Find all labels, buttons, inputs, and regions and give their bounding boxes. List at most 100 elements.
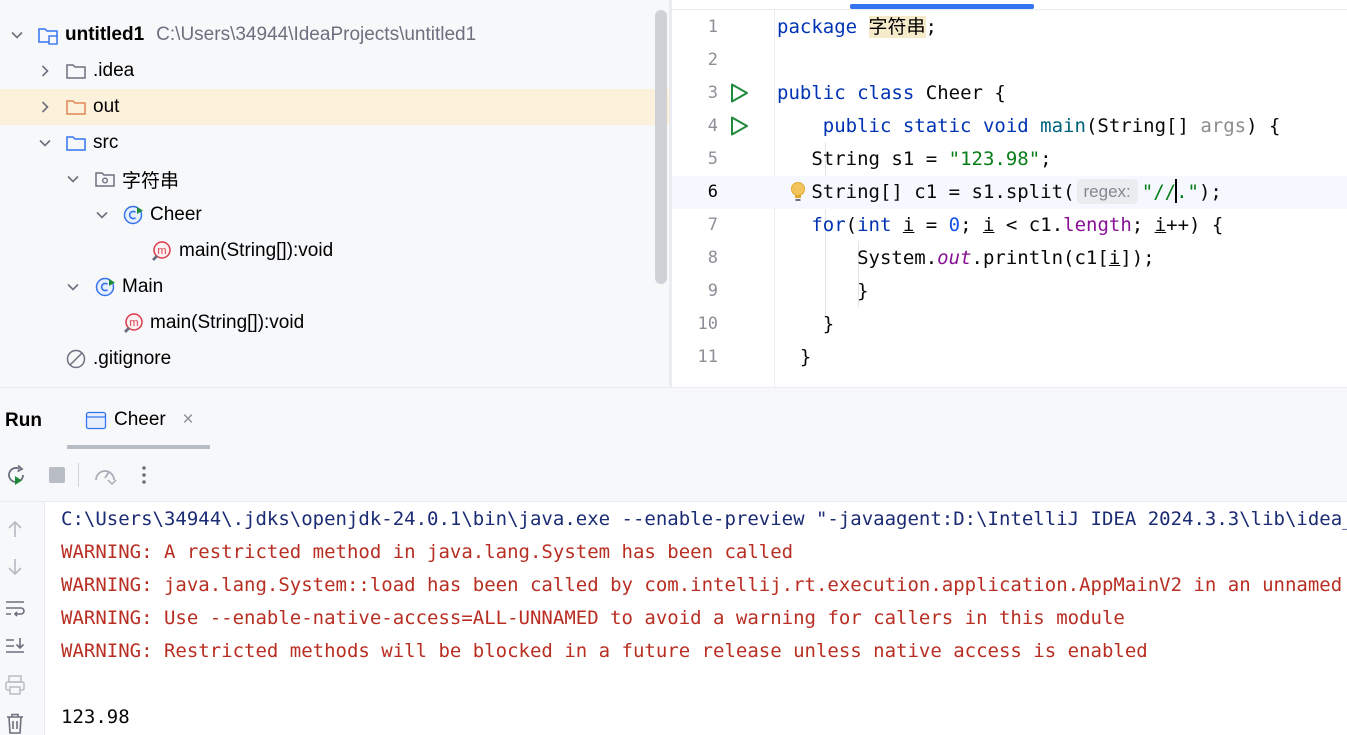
line-number: 9	[707, 281, 718, 301]
method-call: println	[982, 247, 1064, 269]
arrow-down-icon[interactable]	[4, 556, 26, 578]
keyword: public	[822, 115, 892, 137]
more-options-icon[interactable]	[132, 463, 156, 487]
tree-row-root[interactable]: untitled1 C:\Users\34944\IdeaProjects\unt…	[0, 17, 669, 53]
run-class-icon[interactable]	[728, 82, 750, 104]
arrow-up-icon[interactable]	[4, 518, 26, 540]
code-line: 7 for(int i = 0; i < c1.length; i++) {	[672, 209, 1347, 242]
tree-item-label: 字符串	[122, 170, 180, 192]
code-line-current: 6 String[] c1 = s1.split(regex: "//.");	[672, 176, 1347, 209]
soft-wrap-icon[interactable]	[4, 597, 26, 619]
code-line: 5 String s1 = "123.98";	[672, 143, 1347, 176]
profiler-icon[interactable]	[93, 463, 117, 487]
string-literal: "123.98"	[948, 148, 1041, 170]
chevron-down-icon[interactable]	[65, 279, 81, 295]
method-icon: m	[122, 312, 144, 334]
keyword: static	[902, 115, 972, 137]
tree-row-idea[interactable]: .idea	[0, 53, 669, 89]
tree-row-src[interactable]: src	[0, 125, 669, 161]
line-number: 3	[707, 83, 718, 103]
tree-row-main[interactable]: Main	[0, 269, 669, 305]
tree-item-label: .gitignore	[93, 348, 172, 369]
tree-row-cheer[interactable]: Cheer	[0, 197, 669, 233]
run-title: Run	[5, 410, 42, 431]
parameter: args	[1200, 115, 1247, 137]
tree-item-label: Main	[122, 276, 164, 297]
class-name: Cheer	[925, 82, 983, 104]
variable: c1	[1028, 214, 1052, 236]
tree-row-package[interactable]: 字符串	[0, 161, 669, 197]
method-name: main	[1040, 115, 1086, 137]
code-line: 10 }	[672, 308, 1347, 341]
tree-item-label: src	[93, 132, 119, 153]
line-number: 11	[697, 347, 718, 367]
tree-row-gitignore[interactable]: .gitignore	[0, 341, 669, 377]
excluded-folder-icon	[65, 96, 87, 118]
string-literal: "//	[1141, 181, 1177, 203]
scroll-to-end-icon[interactable]	[4, 635, 26, 657]
editor-active-tab-indicator	[850, 4, 1034, 9]
stop-icon[interactable]	[45, 463, 69, 487]
keyword: package	[777, 16, 858, 38]
variable: c1	[914, 181, 938, 203]
parameter-hint: regex:	[1076, 179, 1138, 204]
code-line: 9 }	[672, 275, 1347, 308]
tree-row-cheer-main[interactable]: m main(String[]):void	[0, 233, 669, 269]
run-tab-cheer[interactable]: Cheer ×	[67, 396, 210, 449]
package-icon	[94, 168, 116, 190]
class-name: System	[857, 247, 926, 269]
type: String[]	[811, 181, 903, 203]
chevron-down-icon[interactable]	[9, 27, 25, 43]
keyword: class	[857, 82, 915, 104]
type: String[]	[1097, 115, 1189, 137]
tree-item-label: Cheer	[150, 204, 202, 225]
svg-text:m: m	[129, 317, 138, 329]
type: String	[811, 148, 880, 170]
chevron-down-icon[interactable]	[65, 171, 81, 187]
rerun-icon[interactable]	[4, 463, 28, 487]
folder-icon	[65, 60, 87, 82]
tree-row-out[interactable]: out	[0, 89, 669, 125]
line-number: 8	[707, 248, 718, 268]
keyword: for	[811, 214, 846, 236]
console-output-line: 123.98	[61, 706, 130, 728]
run-toolbar	[0, 449, 1347, 502]
run-method-icon[interactable]	[728, 115, 750, 137]
runnable-class-icon	[122, 204, 144, 226]
run-console[interactable]: C:\Users\34944\.jdks\openjdk-24.0.1\bin\…	[45, 502, 1347, 735]
line-number: 1	[707, 17, 718, 37]
close-icon[interactable]: ×	[179, 409, 197, 431]
runnable-class-icon	[94, 276, 116, 298]
project-tree-panel: untitled1 C:\Users\34944\IdeaProjects\unt…	[0, 0, 669, 387]
code-line: 1 package 字符串;	[672, 11, 1347, 44]
ignored-file-icon	[65, 348, 87, 370]
tree-scrollbar[interactable]	[655, 10, 667, 284]
punct: ;	[925, 16, 937, 38]
run-tool-window-header: Run Cheer ×	[0, 387, 1347, 449]
svg-text:m: m	[157, 245, 166, 257]
chevron-down-icon[interactable]	[94, 207, 110, 223]
line-number: 2	[707, 50, 718, 70]
field: length	[1063, 214, 1132, 236]
print-icon[interactable]	[4, 674, 26, 696]
console-warning-line: WARNING: A restricted method in java.lan…	[61, 541, 794, 563]
run-tab-label: Cheer	[114, 409, 166, 430]
console-tab-icon	[85, 411, 107, 430]
chevron-down-icon[interactable]	[37, 135, 53, 151]
tree-item-label: main(String[]):void	[179, 240, 334, 261]
string-literal: ."	[1176, 181, 1199, 203]
static-field: out	[937, 247, 972, 269]
console-command-line: C:\Users\34944\.jdks\openjdk-24.0.1\bin\…	[61, 508, 1347, 530]
code-editor[interactable]: 1 package 字符串; 2 3 public class Cheer { …	[672, 0, 1347, 387]
trash-icon[interactable]	[4, 712, 26, 734]
code-line: 11 }	[672, 341, 1347, 374]
method-icon: m	[150, 240, 172, 262]
variable: i	[902, 214, 915, 236]
line-number: 10	[697, 314, 718, 334]
tree-row-main-main[interactable]: m main(String[]):void	[0, 305, 669, 341]
project-root-name: untitled1	[65, 24, 145, 45]
tree-item-label: main(String[]):void	[150, 312, 305, 333]
code-line: 4 public static void main(String[] args)…	[672, 110, 1347, 143]
chevron-right-icon[interactable]	[37, 99, 53, 115]
chevron-right-icon[interactable]	[37, 63, 53, 79]
